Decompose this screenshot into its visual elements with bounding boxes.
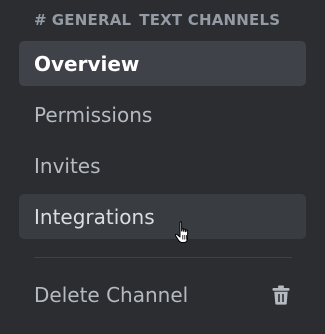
sidebar-item-label: Integrations bbox=[34, 204, 155, 229]
delete-channel-label: Delete Channel bbox=[34, 282, 189, 307]
sidebar-item-integrations[interactable]: Integrations bbox=[19, 194, 306, 239]
category-label: TEXT CHANNELS bbox=[139, 11, 281, 29]
sidebar-item-label: Permissions bbox=[34, 102, 153, 127]
sidebar-item-label: Overview bbox=[34, 51, 140, 76]
channel-name: GENERAL bbox=[51, 11, 132, 29]
sidebar-item-overview[interactable]: Overview bbox=[19, 41, 306, 86]
menu-divider bbox=[34, 257, 292, 258]
hash-icon: # bbox=[34, 11, 47, 29]
sidebar-header: # GENERAL TEXT CHANNELS bbox=[34, 10, 280, 30]
delete-channel-button[interactable]: Delete Channel bbox=[19, 272, 306, 317]
sidebar-item-label: Invites bbox=[34, 153, 101, 178]
sidebar-item-invites[interactable]: Invites bbox=[19, 143, 306, 188]
trash-icon[interactable] bbox=[272, 285, 290, 305]
sidebar-item-permissions[interactable]: Permissions bbox=[19, 92, 306, 137]
channel-settings-sidebar: # GENERAL TEXT CHANNELS Overview Permiss… bbox=[0, 0, 325, 334]
